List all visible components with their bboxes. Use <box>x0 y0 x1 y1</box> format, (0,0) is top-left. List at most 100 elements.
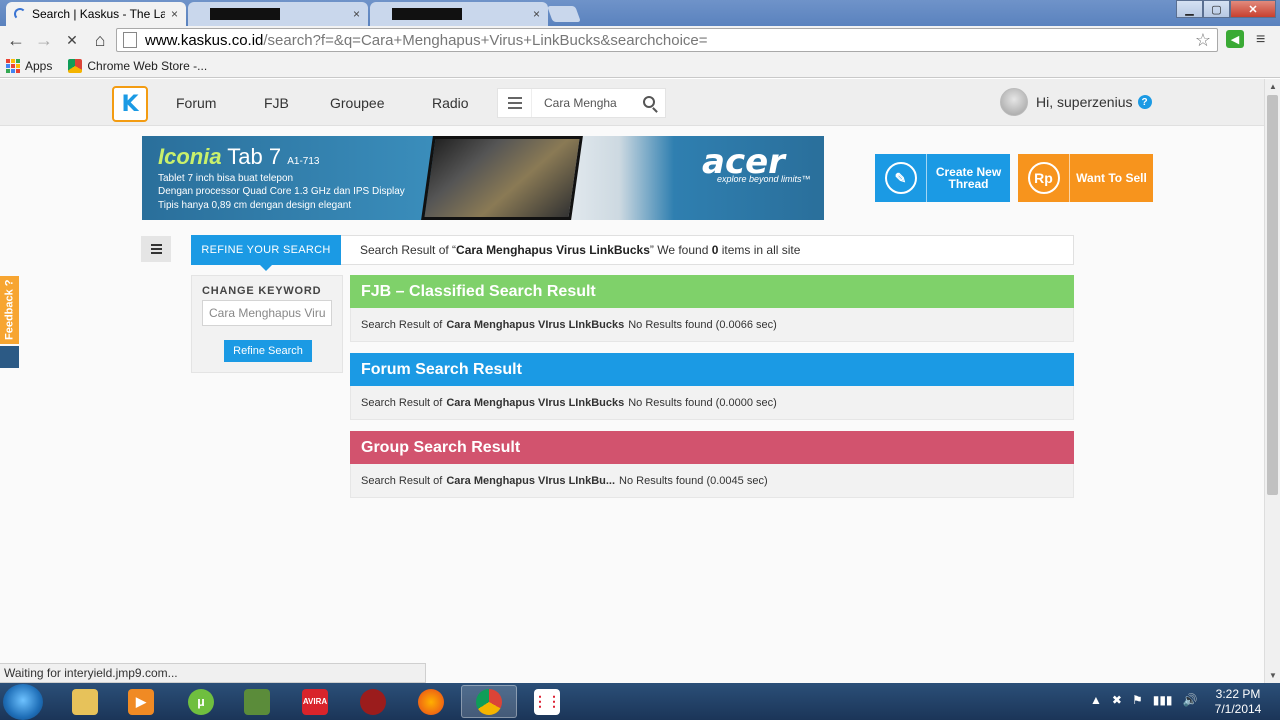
result-prefix: Search Result of <box>361 474 443 487</box>
user-menu[interactable]: Hi, superzenius ? <box>1000 88 1152 116</box>
tray-expand-icon[interactable]: ▲ <box>1090 693 1102 707</box>
summary-prefix: Search Result of “ <box>360 243 457 257</box>
nav-groupee[interactable]: Groupee <box>330 95 384 111</box>
result-keyword: Cara Menghapus VIrus LInkBucks <box>446 396 625 409</box>
section-title: Group Search Result <box>350 431 1074 464</box>
section-body: Search Result of Cara Menghapus VIrus LI… <box>350 308 1074 342</box>
browser-toolbar: ← → ✕ ⌂ www.kaskus.co.id /search?f=&q=Ca… <box>0 26 1280 54</box>
acer-tagline: explore beyond limits™ <box>717 174 811 184</box>
taskbar-chrome[interactable] <box>461 685 517 718</box>
volume-icon[interactable]: 🔊 <box>1183 693 1198 707</box>
taskbar-avira[interactable]: AVIRA <box>287 685 343 718</box>
scroll-down-icon[interactable]: ▼ <box>1269 671 1277 680</box>
address-bar[interactable]: www.kaskus.co.id /search?f=&q=Cara+Mengh… <box>116 28 1218 52</box>
apps-launcher-icon: ⋮⋮ <box>533 688 561 715</box>
search-icon[interactable] <box>643 96 655 108</box>
stop-button[interactable]: ✕ <box>60 28 84 52</box>
user-greeting[interactable]: Hi, superzenius <box>1036 94 1133 110</box>
tray-flag-icon[interactable]: ⚑ <box>1132 693 1143 707</box>
new-tab-button[interactable] <box>547 6 581 22</box>
taskbar-clock[interactable]: 3:22 PM 7/1/2014 <box>1206 687 1270 717</box>
scroll-thumb[interactable] <box>1267 95 1278 495</box>
result-prefix: Search Result of <box>361 318 443 331</box>
taskbar-app-red[interactable] <box>345 685 401 718</box>
minimize-button[interactable]: ▁ <box>1176 0 1203 18</box>
taskbar-apps[interactable]: ⋮⋮ <box>519 685 575 718</box>
tab-redacted-2[interactable]: × <box>370 2 548 26</box>
back-button[interactable]: ← <box>4 28 28 52</box>
avatar[interactable] <box>1000 88 1028 116</box>
summary-suffix: items in all site <box>718 243 801 257</box>
result-keyword: Cara Menghapus VIrus LInkBu... <box>446 474 616 487</box>
keyword-input[interactable] <box>202 300 332 326</box>
result-note: No Results found (0.0045 sec) <box>619 474 768 487</box>
tab-title: Search | Kaskus - The Larg <box>32 7 165 21</box>
tab-redacted-1[interactable]: × <box>188 2 368 26</box>
create-new-thread-button[interactable]: ✎ Create New Thread <box>875 154 1010 202</box>
taskbar-explorer[interactable] <box>57 685 113 718</box>
banner-line: Dengan processor Quad Core 1.3 GHz dan I… <box>158 186 405 197</box>
tab-close-icon[interactable]: × <box>533 7 540 21</box>
taskbar-media-player[interactable]: ▶ <box>113 685 169 718</box>
section-title: FJB – Classified Search Result <box>350 275 1074 308</box>
want-to-sell-button[interactable]: Rp Want To Sell <box>1018 154 1153 202</box>
kaskus-logo[interactable]: K <box>112 86 148 122</box>
extension-icon[interactable]: ◀ <box>1226 30 1244 48</box>
bookmark-label: Chrome Web Store -... <box>87 58 208 73</box>
taskbar-firefox[interactable] <box>403 685 459 718</box>
forward-button[interactable]: → <box>32 28 56 52</box>
help-icon[interactable]: ? <box>1137 95 1152 109</box>
avira-icon: AVIRA <box>302 688 328 715</box>
refine-search-button[interactable]: Refine Search <box>224 340 312 362</box>
sidebar-toggle-button[interactable] <box>141 236 171 262</box>
result-keyword: Cara Menghapus VIrus LInkBucks <box>446 318 625 331</box>
url-path: /search?f=&q=Cara+Menghapus+Virus+LinkBu… <box>263 31 708 49</box>
bookmark-chrome-web-store[interactable]: Chrome Web Store -... <box>68 58 208 73</box>
nav-fjb[interactable]: FJB <box>264 95 289 111</box>
action-center-icon[interactable]: ✖ <box>1112 693 1122 707</box>
taskbar-minecraft[interactable] <box>229 685 285 718</box>
window-controls: ▁ ▢ ✕ <box>1176 0 1276 18</box>
result-prefix: Search Result of <box>361 396 443 409</box>
chrome-menu-icon[interactable]: ≡ <box>1256 31 1265 49</box>
tablet-image <box>421 136 583 220</box>
close-window-button[interactable]: ✕ <box>1230 0 1276 18</box>
sell-label: Want To Sell <box>1076 171 1147 185</box>
refine-your-search-tab[interactable]: REFINE YOUR SEARCH <box>191 235 341 271</box>
tab-kaskus-search[interactable]: Search | Kaskus - The Larg × <box>6 2 186 26</box>
app-icon <box>360 688 386 715</box>
folder-icon <box>72 688 98 715</box>
tab-close-icon[interactable]: × <box>171 7 178 21</box>
page-scrollbar[interactable]: ▲ ▼ <box>1264 79 1280 683</box>
search-menu-icon[interactable] <box>498 89 532 117</box>
site-header: K Forum FJB Groupee Radio Hi, superzeniu… <box>0 79 1264 126</box>
site-search-input[interactable] <box>544 96 639 110</box>
group-result-section: Group Search Result Search Result of Car… <box>350 431 1074 498</box>
feedback-tab[interactable]: Feedback ? <box>0 276 19 344</box>
bookmark-star-icon[interactable]: ☆ <box>1195 30 1211 51</box>
result-note: No Results found (0.0000 sec) <box>628 396 777 409</box>
feedback-bag-icon[interactable] <box>0 346 19 368</box>
nav-forum[interactable]: Forum <box>176 95 216 111</box>
url-host: www.kaskus.co.id <box>145 31 264 49</box>
site-search <box>497 88 666 118</box>
tab-strip: Search | Kaskus - The Larg × × × ▁ ▢ ✕ <box>0 0 1280 26</box>
clock-time: 3:22 PM <box>1215 687 1261 701</box>
acer-banner-ad[interactable]: Iconia Tab 7 A1-713 Tablet 7 inch bisa b… <box>142 136 824 220</box>
banner-line: Tablet 7 inch bisa buat telepon <box>158 173 294 184</box>
loading-spinner-icon <box>14 8 26 20</box>
fjb-result-section: FJB – Classified Search Result Search Re… <box>350 275 1074 342</box>
bookmark-apps[interactable]: Apps <box>6 58 52 73</box>
banner-model: A1-713 <box>287 156 320 167</box>
section-title: Forum Search Result <box>350 353 1074 386</box>
taskbar-utorrent[interactable]: µ <box>173 685 229 718</box>
maximize-button[interactable]: ▢ <box>1203 0 1230 18</box>
tab-close-icon[interactable]: × <box>353 7 360 21</box>
network-icon[interactable]: ▮▮▮ <box>1153 693 1173 707</box>
page-viewport: K Forum FJB Groupee Radio Hi, superzeniu… <box>0 79 1264 683</box>
nav-radio[interactable]: Radio <box>432 95 469 111</box>
scroll-up-icon[interactable]: ▲ <box>1269 82 1277 91</box>
start-button[interactable] <box>3 684 43 720</box>
windows-taskbar: ▶ µ AVIRA ⋮⋮ ▲ ✖ ⚑ ▮▮▮ 🔊 3:22 PM 7/1/201… <box>0 683 1280 720</box>
home-button[interactable]: ⌂ <box>88 28 112 52</box>
